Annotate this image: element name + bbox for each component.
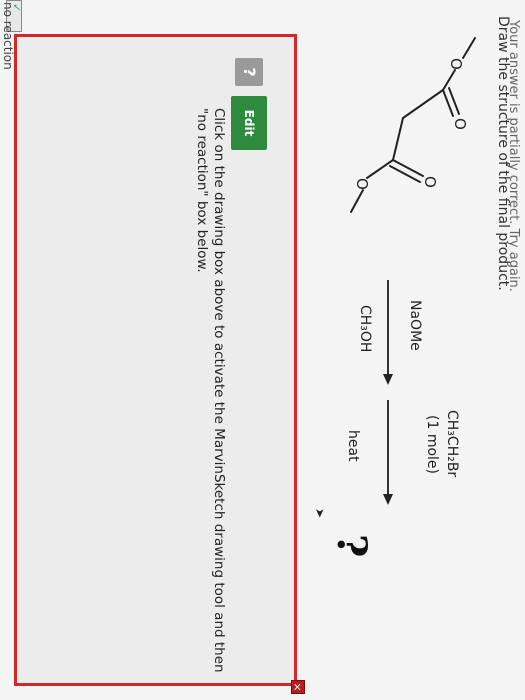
product-question-mark: ? bbox=[328, 534, 375, 558]
step2-arrow-head bbox=[383, 494, 393, 505]
step1-reagent-above: NaOMe bbox=[407, 300, 423, 351]
no-reaction-label: no reaction bbox=[1, 2, 15, 70]
question-prompt: Draw the structure of the final product. bbox=[495, 16, 511, 291]
close-icon[interactable]: × bbox=[291, 680, 305, 694]
ester-oxygen-2: O bbox=[353, 178, 371, 190]
step2-reagent-above-2: (1 mole) bbox=[424, 415, 440, 474]
edit-button[interactable]: Edit bbox=[231, 96, 267, 150]
step1-arrow bbox=[387, 280, 389, 378]
cursor-icon: ➤ bbox=[313, 508, 327, 519]
step2-reagent-below: heat bbox=[345, 430, 361, 462]
carbonyl-oxygen-2: O bbox=[421, 176, 439, 188]
step2-arrow bbox=[387, 400, 389, 498]
carbonyl-oxygen-1: O bbox=[451, 118, 469, 130]
starting-material-structure: O O O O bbox=[350, 37, 476, 213]
help-icon[interactable]: ? bbox=[235, 58, 263, 86]
instruction-text: Click on the drawing box above to activa… bbox=[194, 108, 227, 673]
step1-arrow-head bbox=[383, 374, 393, 385]
step2-reagent-above-1: CH₃CH₂Br bbox=[444, 410, 460, 478]
step1-reagent-below: CH₃OH bbox=[357, 305, 373, 353]
ester-oxygen-1: O bbox=[447, 58, 465, 70]
page: Your answer is partially correct. Try ag… bbox=[0, 0, 525, 700]
